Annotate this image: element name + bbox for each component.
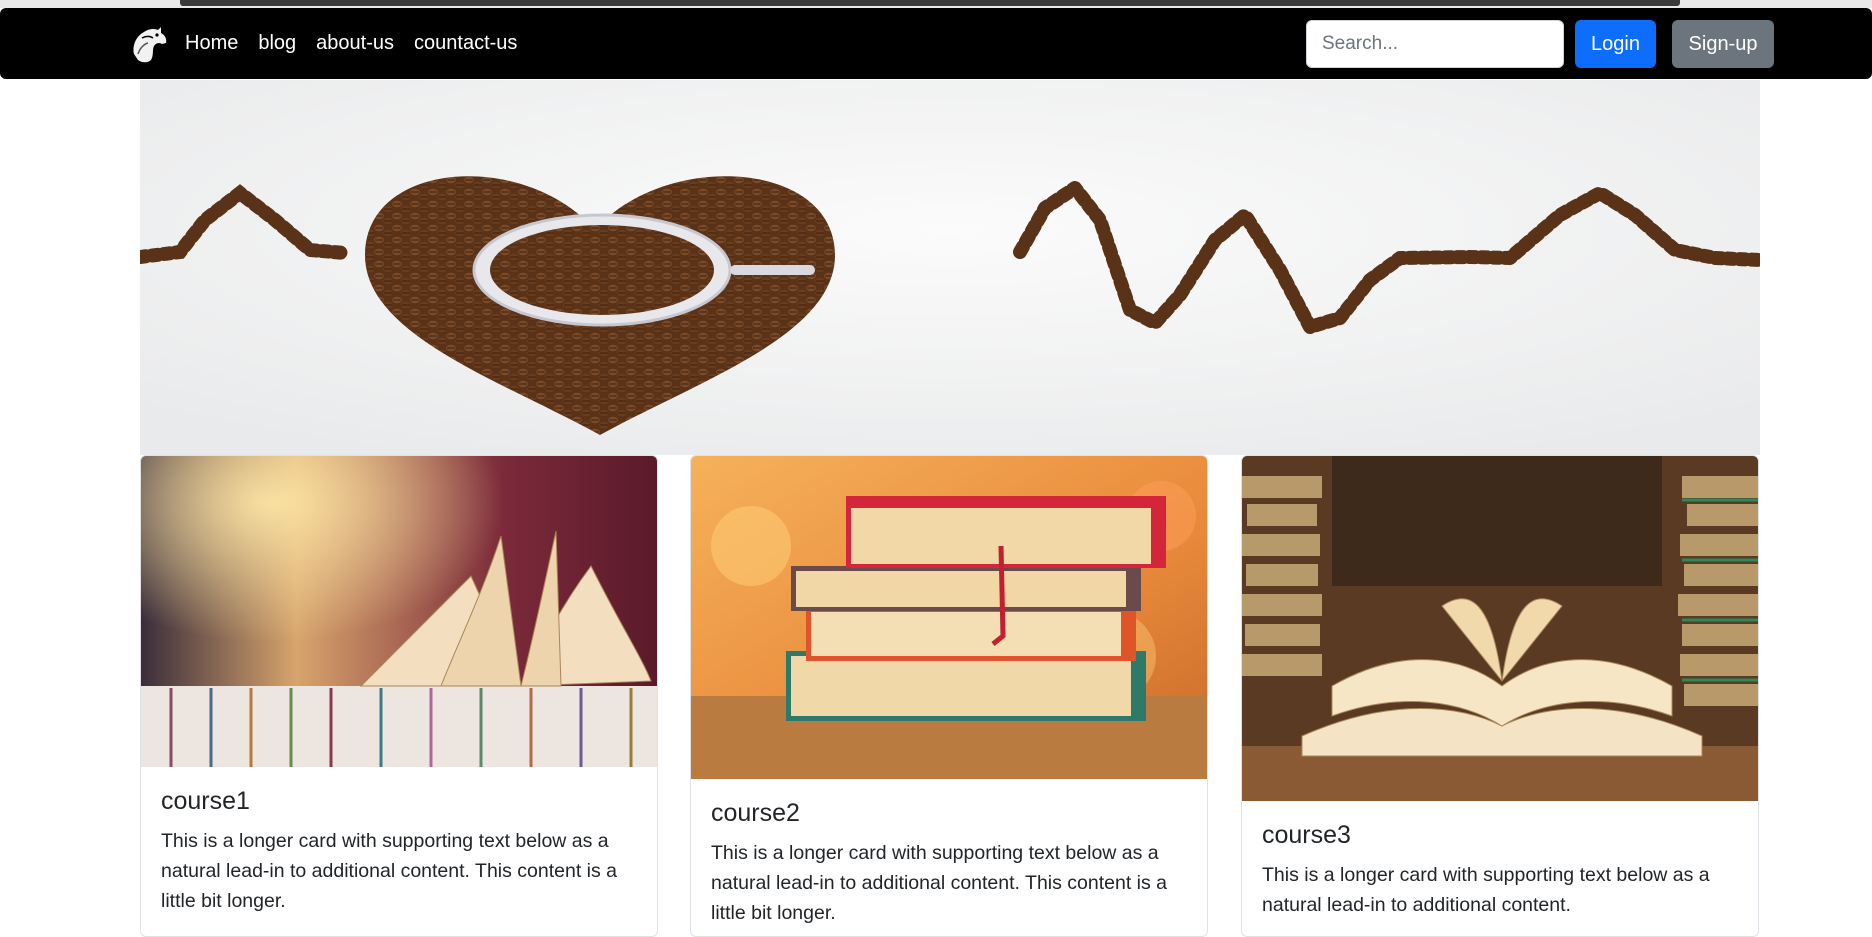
navbar: Home blog about-us countact-us Login Sig… xyxy=(0,8,1872,79)
login-button[interactable]: Login xyxy=(1575,20,1656,68)
stacked-books-on-table-photo xyxy=(691,456,1207,779)
card-body: course2 This is a longer card with suppo… xyxy=(691,779,1207,928)
card-text: This is a longer card with supporting te… xyxy=(711,842,1168,924)
course-card-3[interactable]: course3 This is a longer card with suppo… xyxy=(1241,455,1759,937)
browser-top-bar xyxy=(180,0,1680,6)
open-book-on-stack-photo xyxy=(141,456,657,767)
card-body: course1 This is a longer card with suppo… xyxy=(141,767,657,916)
course-card-1[interactable]: course1 This is a longer card with suppo… xyxy=(140,455,658,937)
browser-top-strip xyxy=(0,0,1872,8)
course-card-2[interactable]: course2 This is a longer card with suppo… xyxy=(690,455,1208,937)
nav-link-home[interactable]: Home xyxy=(185,32,238,55)
card-body: course3 This is a longer card with suppo… xyxy=(1242,801,1758,920)
horse-head-logo-icon[interactable] xyxy=(128,24,170,66)
nav-link-about-us[interactable]: about-us xyxy=(316,32,394,55)
card-title: course2 xyxy=(711,799,800,827)
card-text: This is a longer card with supporting te… xyxy=(161,830,618,912)
card-text: This is a longer card with supporting te… xyxy=(1262,864,1710,916)
library-open-books-photo xyxy=(1242,456,1758,801)
card-title: course1 xyxy=(161,787,250,815)
card-title: course3 xyxy=(1262,821,1351,849)
nav-link-blog[interactable]: blog xyxy=(258,32,296,55)
nav-links: Home blog about-us countact-us xyxy=(185,8,537,79)
course-cards: course1 This is a longer card with suppo… xyxy=(140,455,1760,937)
signup-button[interactable]: Sign-up xyxy=(1672,20,1774,68)
search-input[interactable] xyxy=(1306,20,1564,68)
nav-link-contact-us[interactable]: countact-us xyxy=(414,32,517,55)
hero-banner-image xyxy=(140,80,1760,455)
